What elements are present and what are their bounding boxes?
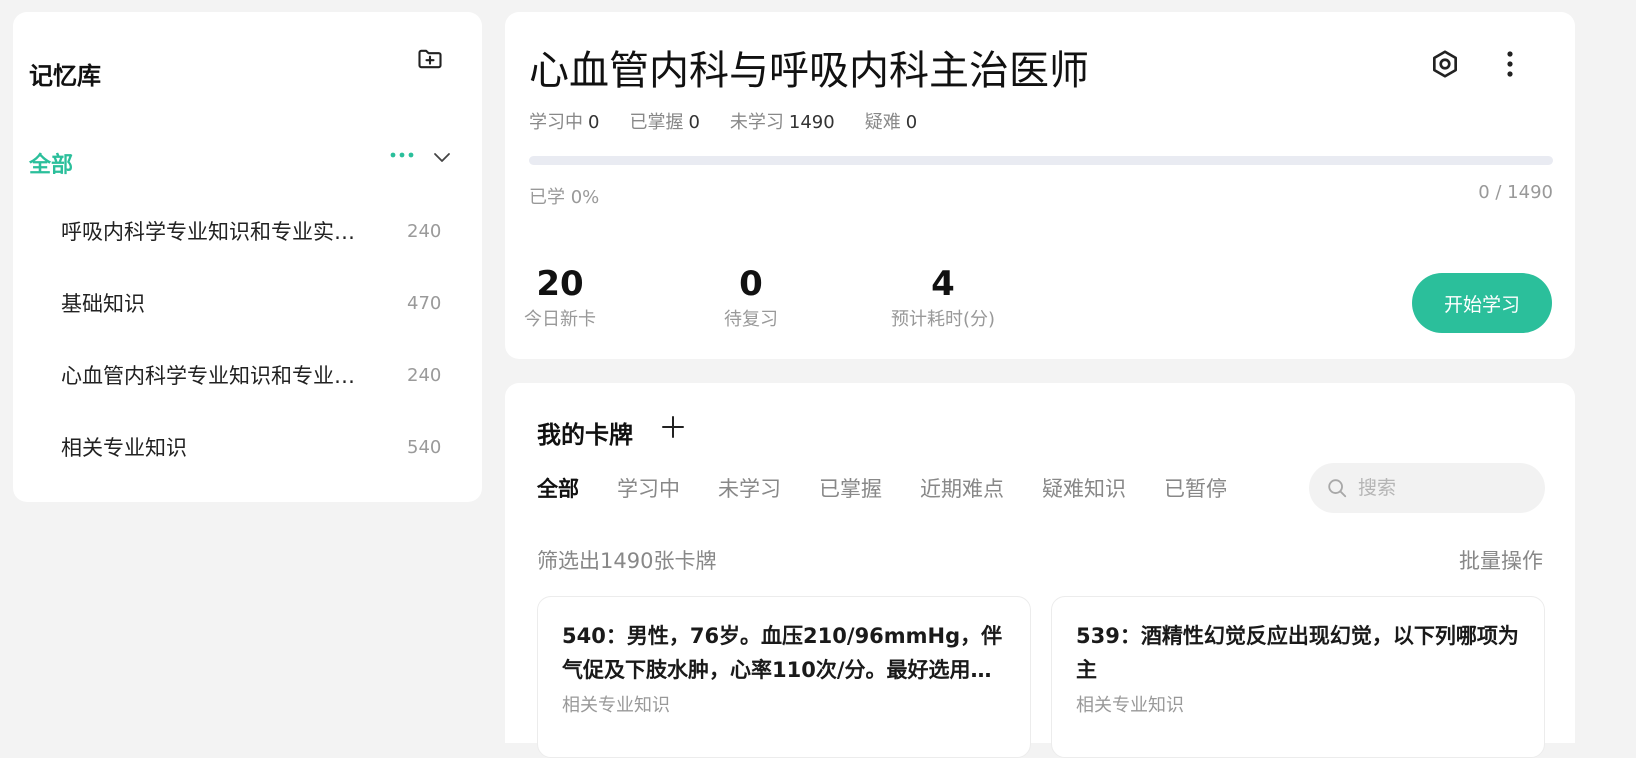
add-folder-icon[interactable] — [414, 43, 446, 75]
memory-library-sidebar: 记忆库 全部 呼吸内科学专业知识和专业实践能力 240 基础知识 470 心血管… — [13, 12, 482, 502]
sidebar-item-label: 呼吸内科学专业知识和专业实践能力 — [61, 220, 371, 244]
card-question: 540：男性，76岁。血压210/96mmHg，伴气促及下肢水肿，心率110次/… — [562, 624, 1003, 682]
search-input[interactable] — [1356, 476, 1530, 500]
card-filter-tabs: 全部 学习中 未学习 已掌握 近期难点 疑难知识 已暂停 — [537, 473, 1227, 503]
sidebar-item-label: 心血管内科学专业知识和专业实践能力 — [61, 364, 371, 388]
sidebar-item-label: 基础知识 — [61, 292, 145, 316]
metric-new-cards: 20 今日新卡 — [524, 264, 596, 331]
progress-bar — [529, 156, 1553, 165]
tab-mastered[interactable]: 已掌握 — [819, 473, 882, 503]
stat-learning: 学习中 0 — [529, 112, 600, 133]
sidebar-item-cardiology[interactable]: 心血管内科学专业知识和专业实践能力 240 — [61, 355, 441, 395]
sidebar-item-label: 相关专业知识 — [61, 436, 187, 460]
batch-operation-button[interactable]: 批量操作 — [1459, 545, 1543, 575]
filter-result-count: 筛选出1490张卡牌 — [537, 549, 717, 573]
sidebar-item-count: 240 — [407, 220, 442, 242]
tab-all[interactable]: 全部 — [537, 473, 579, 503]
tab-learning[interactable]: 学习中 — [617, 473, 680, 503]
learned-ratio: 0 / 1490 — [1478, 182, 1553, 203]
search-box — [1309, 463, 1545, 513]
tab-unlearned[interactable]: 未学习 — [718, 473, 781, 503]
settings-icon[interactable] — [1427, 46, 1463, 82]
card-category: 相关专业知识 — [562, 695, 670, 716]
sidebar-title: 记忆库 — [29, 62, 101, 90]
tab-difficult-knowledge[interactable]: 疑难知识 — [1042, 473, 1126, 503]
more-dots-icon[interactable] — [387, 144, 417, 166]
start-learning-button[interactable]: 开始学习 — [1412, 273, 1552, 333]
sidebar-item-related[interactable]: 相关专业知识 540 — [61, 427, 441, 467]
sidebar-item-respiratory[interactable]: 呼吸内科学专业知识和专业实践能力 240 — [61, 211, 441, 251]
card-question: 539：酒精性幻觉反应出现幻觉，以下列哪项为主 — [1076, 624, 1519, 682]
my-cards-panel: 我的卡牌 全部 学习中 未学习 已掌握 近期难点 疑难知识 已暂停 筛选出149… — [505, 383, 1575, 758]
card-category: 相关专业知识 — [1076, 695, 1184, 716]
stat-difficult: 疑难 0 — [864, 112, 918, 133]
tab-recent-difficult[interactable]: 近期难点 — [920, 473, 1004, 503]
deck-stats: 学习中 0 已掌握 0 未学习 1490 疑难 0 — [529, 108, 917, 134]
tab-paused[interactable]: 已暂停 — [1164, 473, 1227, 503]
chevron-down-icon[interactable] — [431, 148, 453, 166]
sidebar-item-count: 240 — [407, 364, 442, 386]
plus-icon[interactable] — [658, 412, 688, 442]
sidebar-item-count: 540 — [407, 436, 442, 458]
card-item[interactable]: 539：酒精性幻觉反应出现幻觉，以下列哪项为主 相关专业知识 — [1051, 596, 1545, 758]
deck-overview-card: 心血管内科与呼吸内科主治医师 学习中 0 已掌握 0 未学习 1490 疑难 0 已学 … — [505, 12, 1575, 359]
sidebar-item-basics[interactable]: 基础知识 470 — [61, 283, 441, 323]
card-item[interactable]: 540：男性，76岁。血压210/96mmHg，伴气促及下肢水肿，心率110次/… — [537, 596, 1031, 758]
cards-title: 我的卡牌 — [537, 421, 633, 449]
deck-title: 心血管内科与呼吸内科主治医师 — [529, 48, 1089, 94]
vertical-menu-icon[interactable] — [1498, 46, 1522, 82]
search-icon — [1326, 477, 1348, 499]
learned-percent: 已学 0% — [529, 187, 600, 208]
sidebar-item-count: 470 — [407, 292, 442, 314]
stat-mastered: 已掌握 0 — [629, 112, 700, 133]
stat-unlearned: 未学习 1490 — [729, 112, 835, 133]
metric-estimated-time: 4 预计耗时(分) — [890, 264, 996, 331]
sidebar-item-all[interactable]: 全部 — [29, 147, 73, 179]
metric-review: 0 待复习 — [724, 264, 778, 331]
